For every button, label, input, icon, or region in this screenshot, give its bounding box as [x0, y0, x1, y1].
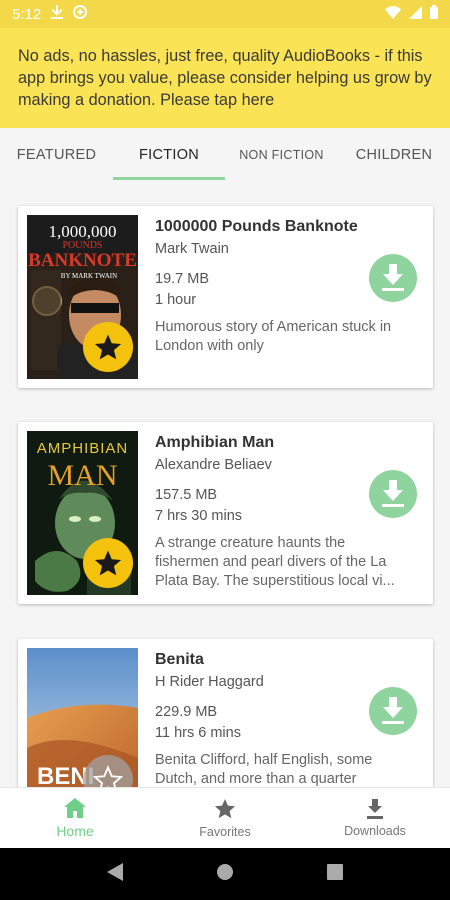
star-icon [94, 550, 122, 576]
book-duration: 7 hrs 30 mins [155, 508, 243, 524]
book-description: Benita Clifford, half English, some Dutc… [155, 752, 373, 787]
star-icon [93, 765, 123, 787]
book-info: Amphibian Man Alexandre Beliaev 157.5 MB… [155, 433, 410, 591]
book-duration: 11 hrs 6 mins [155, 725, 241, 741]
book-author: Alexandre Beliaev [155, 457, 272, 473]
active-tab-indicator [113, 177, 225, 180]
tab-label: FEATURED [16, 146, 97, 163]
book-cover: AMPHIBIAN MAN [27, 431, 138, 595]
back-icon[interactable] [106, 862, 123, 886]
download-button[interactable] [369, 687, 417, 735]
download-button[interactable] [369, 254, 417, 302]
nav-label: Home [56, 823, 94, 839]
favorite-star-badge[interactable] [83, 538, 133, 588]
tab-non-fiction[interactable]: NON FICTION [225, 128, 338, 181]
donation-banner-text: No ads, no hassles, just free, quality A… [18, 47, 432, 109]
book-author: H Rider Haggard [155, 674, 264, 690]
home-icon [64, 798, 86, 818]
star-icon [94, 334, 122, 360]
tab-label: CHILDREN [355, 146, 433, 163]
book-author: Mark Twain [155, 241, 229, 257]
tab-featured[interactable]: FEATURED [0, 128, 113, 181]
book-card[interactable]: 1,000,000 POUNDS BANKNOTE BY MARK TWAIN … [18, 206, 433, 388]
signal-icon [409, 5, 422, 23]
favorite-star-badge[interactable] [83, 322, 133, 372]
download-icon [382, 480, 404, 507]
book-description: A strange creature haunts the fishermen … [155, 535, 395, 589]
book-title: Amphibian Man [155, 434, 275, 451]
recents-icon[interactable] [327, 863, 344, 885]
category-tabs: FEATURED FICTION NON FICTION CHILDREN [0, 128, 450, 181]
tab-label: FICTION [138, 146, 200, 163]
book-title: Benita [155, 651, 204, 668]
cover-title-line: AMPHIBIAN [37, 440, 129, 457]
book-description: Humorous story of American stuck in Lond… [155, 319, 392, 354]
nav-downloads[interactable]: Downloads [300, 788, 450, 849]
cover-title-line: 1,000,000 [49, 222, 117, 241]
system-navigation-bar [0, 848, 450, 900]
download-icon [367, 799, 383, 819]
nav-label: Favorites [199, 824, 251, 839]
book-duration: 1 hour [155, 292, 197, 308]
bottom-navigation: Home Favorites Downloads [0, 787, 450, 848]
battery-icon [430, 5, 438, 23]
sync-icon [73, 5, 88, 23]
cover-title-line: BANKNOTE [28, 250, 137, 271]
cover-title-line: MAN [47, 459, 117, 492]
download-icon [382, 697, 404, 724]
wifi-icon [385, 5, 401, 23]
tab-label: NON FICTION [239, 147, 324, 162]
tab-children[interactable]: CHILDREN [338, 128, 450, 181]
download-button[interactable] [369, 470, 417, 518]
star-icon [214, 798, 236, 818]
download-icon [382, 264, 404, 291]
book-card[interactable]: AMPHIBIAN MAN Amphibian Man Alexandre Be… [18, 422, 433, 604]
book-cover: 1,000,000 POUNDS BANKNOTE BY MARK TWAIN [27, 215, 138, 379]
tab-fiction[interactable]: FICTION [113, 128, 225, 181]
status-time: 5:12 [12, 5, 42, 23]
book-cover: BENI [27, 648, 138, 787]
book-list[interactable]: 1,000,000 POUNDS BANKNOTE BY MARK TWAIN … [0, 181, 450, 787]
nav-label: Downloads [344, 824, 406, 838]
book-card[interactable]: BENI Benita H Rider Haggard 229.9 MB 11 … [18, 639, 433, 787]
book-title: 1000000 Pounds Banknote [155, 218, 358, 235]
nav-home[interactable]: Home [0, 788, 150, 849]
download-icon [51, 5, 64, 23]
donation-banner[interactable]: No ads, no hassles, just free, quality A… [0, 28, 450, 128]
nav-favorites[interactable]: Favorites [150, 788, 300, 849]
cover-author-line: BY MARK TWAIN [61, 272, 117, 280]
status-bar: 5:12 [0, 0, 450, 28]
home-circle-icon[interactable] [216, 863, 234, 886]
